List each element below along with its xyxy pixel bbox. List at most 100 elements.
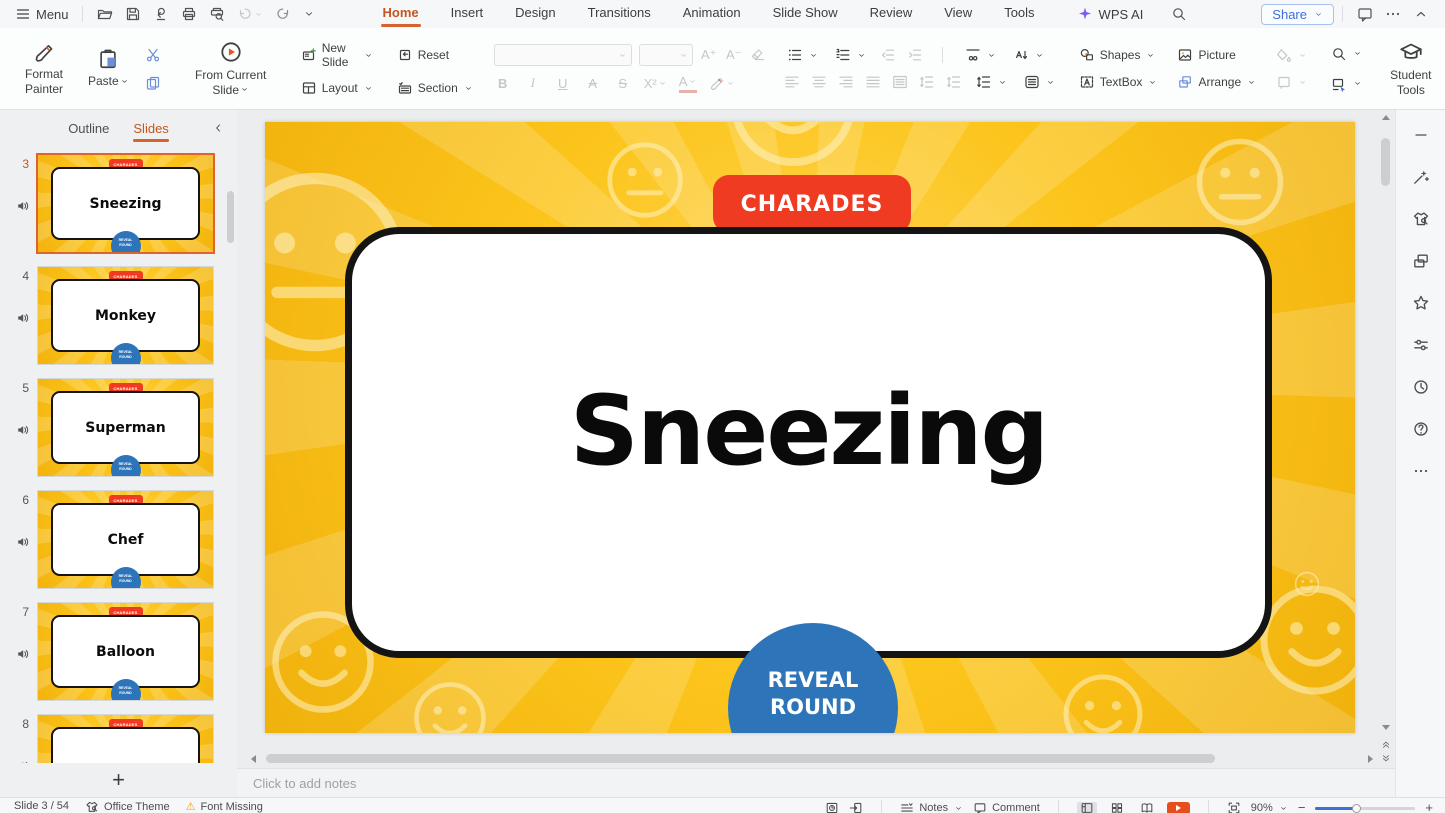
undo-button[interactable] [231, 2, 269, 26]
italic-button[interactable]: I [524, 73, 542, 93]
comment-toggle[interactable]: Comment [973, 801, 1040, 813]
slideshow-settings-button[interactable] [1328, 75, 1365, 93]
reading-view-button[interactable] [1137, 802, 1157, 813]
menu-tab-slide-show[interactable]: Slide Show [757, 0, 854, 28]
arrange-button[interactable]: Arrange [1174, 73, 1259, 91]
comments-button[interactable] [1351, 2, 1379, 26]
font-missing-warning[interactable]: ⚠ Font Missing [186, 800, 263, 813]
line-spacing-increase-icon[interactable] [919, 74, 935, 90]
scroll-right-arrow[interactable] [1368, 755, 1373, 763]
character-spacing-button[interactable] [962, 46, 999, 64]
clear-format-eraser-icon[interactable] [750, 47, 766, 63]
menu-tab-animation[interactable]: Animation [667, 0, 757, 28]
bullets-button[interactable] [784, 46, 821, 64]
collapse-panel-icon[interactable] [211, 121, 225, 135]
shapes-button[interactable]: Shapes [1076, 46, 1161, 64]
collapse-ribbon-button[interactable] [1407, 2, 1435, 26]
vertical-scrollbar-thumb[interactable] [1381, 138, 1390, 186]
superscript-button[interactable]: X² [644, 73, 667, 93]
speaker-audio-icon[interactable] [16, 423, 30, 437]
horizontal-scrollbar[interactable] [251, 752, 1373, 765]
scroll-up-arrow[interactable] [1379, 112, 1392, 122]
start-from-current-icon[interactable] [849, 801, 863, 813]
decrease-indent-icon[interactable] [880, 47, 896, 63]
fit-slide-icon[interactable] [1227, 801, 1241, 813]
char-strike-button[interactable]: A [584, 73, 602, 93]
new-slide-button[interactable]: New Slide [298, 40, 376, 70]
effects-button[interactable] [1408, 290, 1434, 316]
menu-tab-view[interactable]: View [928, 0, 988, 28]
quick-access-dropdown[interactable] [297, 2, 321, 26]
tab-slides[interactable]: Slides [125, 115, 176, 142]
rail-more-button[interactable] [1408, 458, 1434, 484]
slide-thumbnail[interactable]: CHARADES Balloon REVEAL ROUND [38, 603, 213, 700]
menu-button[interactable]: Menu [10, 2, 74, 26]
slide-thumbnail[interactable]: CHARADES Chef REVEAL ROUND [38, 491, 213, 588]
scroll-left-arrow[interactable] [251, 755, 256, 763]
help-button[interactable] [1408, 416, 1434, 442]
ai-assistant-button[interactable] [1408, 164, 1434, 190]
speaker-audio-icon[interactable] [16, 647, 30, 661]
speaker-audio-icon[interactable] [16, 759, 30, 763]
highlight-color-button[interactable] [709, 73, 735, 93]
print-button[interactable] [175, 2, 203, 26]
distribute-text-icon[interactable] [892, 74, 908, 90]
slide-sorter-view-button[interactable] [1107, 802, 1127, 813]
picture-button[interactable]: Picture [1174, 46, 1259, 64]
layout-button[interactable]: Layout [298, 79, 376, 97]
line-spacing-button[interactable] [973, 73, 1010, 91]
panel-scrollbar-thumb[interactable] [227, 191, 234, 243]
strikethrough-button[interactable]: S [614, 73, 632, 93]
font-name-combobox[interactable] [494, 44, 632, 66]
slide-thumbnail[interactable]: CHARADES Sneezing REVEAL ROUND [38, 155, 213, 252]
menu-tab-design[interactable]: Design [499, 0, 571, 28]
zoom-in-button[interactable]: + [1425, 803, 1433, 813]
numbering-button[interactable] [832, 46, 869, 64]
align-right-icon[interactable] [838, 74, 854, 90]
reset-button[interactable]: Reset [394, 40, 476, 70]
menu-tab-home[interactable]: Home [367, 0, 435, 28]
align-center-icon[interactable] [811, 74, 827, 90]
increase-indent-icon[interactable] [907, 47, 923, 63]
open-file-button[interactable] [91, 2, 119, 26]
scroll-down-arrow[interactable] [1379, 722, 1392, 732]
notes-input[interactable]: Click to add notes [253, 776, 356, 791]
format-painter-button[interactable]: Format Painter [13, 38, 75, 99]
slide-card[interactable]: Sneezing [345, 227, 1272, 658]
vertical-scrollbar[interactable] [1379, 112, 1392, 746]
theme-indicator[interactable]: Office Theme [85, 800, 170, 813]
history-button[interactable] [1408, 374, 1434, 400]
horizontal-scrollbar-thumb[interactable] [266, 754, 1215, 763]
speaker-audio-icon[interactable] [16, 199, 30, 213]
print-preview-button[interactable] [203, 2, 231, 26]
search-button[interactable] [1165, 2, 1193, 26]
object-properties-button[interactable] [1408, 332, 1434, 358]
share-button[interactable]: Share [1261, 4, 1334, 25]
line-spacing-decrease-icon[interactable] [946, 74, 962, 90]
horizontal-scrollbar-track[interactable] [260, 754, 1364, 763]
next-slide-icon[interactable] [1380, 753, 1392, 765]
decrease-font-button[interactable]: A⁻ [725, 45, 743, 65]
font-color-button[interactable]: A [679, 73, 698, 93]
menu-tab-review[interactable]: Review [854, 0, 929, 28]
copy-button[interactable] [142, 74, 164, 92]
slide-word[interactable]: Sneezing [570, 375, 1048, 487]
bold-button[interactable]: B [494, 73, 512, 93]
design-skin-button[interactable] [1408, 206, 1434, 232]
zoom-out-button[interactable]: − [1298, 803, 1306, 813]
slide-thumbnail[interactable]: CHARADES Monkey REVEAL ROUND [38, 267, 213, 364]
menu-tab-insert[interactable]: Insert [435, 0, 500, 28]
redo-button[interactable] [269, 2, 297, 26]
text-direction-button[interactable] [1010, 46, 1047, 64]
slide-thumbnail[interactable]: CHARADES REVEAL ROUND [38, 715, 213, 763]
output-button[interactable] [147, 2, 175, 26]
wps-ai-button[interactable]: WPS AI [1069, 6, 1152, 22]
tab-outline[interactable]: Outline [60, 115, 117, 142]
menu-tab-tools[interactable]: Tools [988, 0, 1050, 28]
from-current-slide-button[interactable]: From Current Slide [182, 37, 280, 100]
charades-badge[interactable]: CHARADES [713, 175, 911, 233]
rehearse-timer-icon[interactable] [825, 801, 839, 813]
font-size-combobox[interactable] [639, 44, 693, 66]
align-left-icon[interactable] [784, 74, 800, 90]
increase-font-button[interactable]: A⁺ [700, 45, 718, 65]
